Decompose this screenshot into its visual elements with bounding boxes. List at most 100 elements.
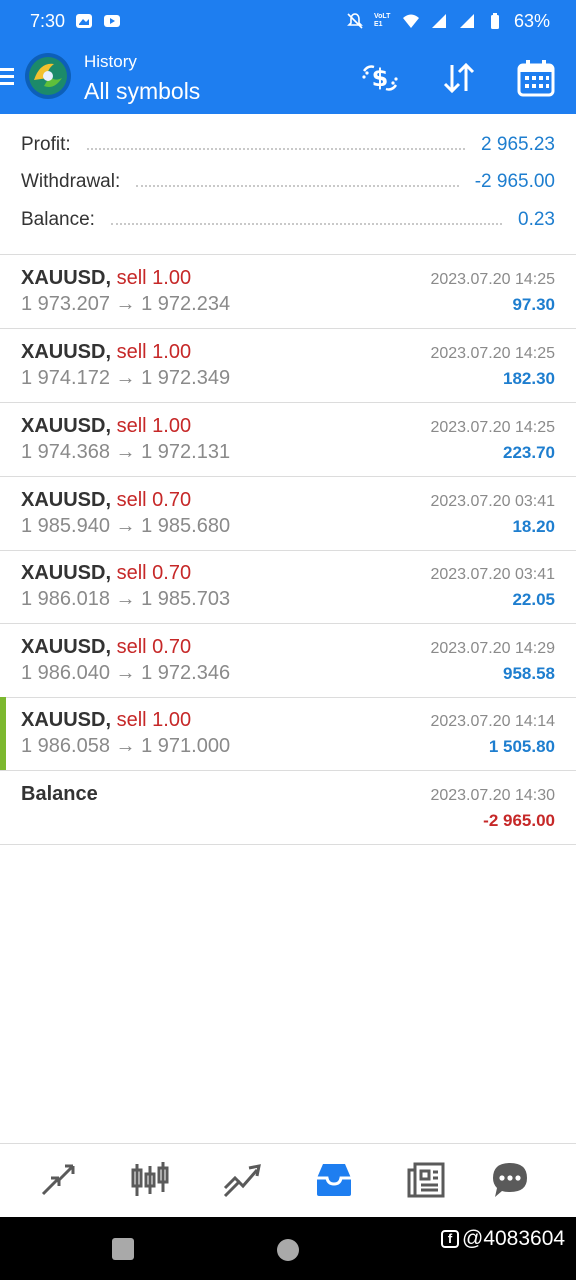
deal-symbol: XAUUSD, xyxy=(21,415,112,437)
tab-trade[interactable] xyxy=(218,1158,266,1202)
deal-symbol: XAUUSD, xyxy=(21,636,112,658)
header-subtitle: History xyxy=(84,52,137,71)
quotes-icon xyxy=(41,1164,75,1196)
deal-row[interactable]: XAUUSD, sell 0.70 1 986.040 → 1 972.346 … xyxy=(0,624,576,698)
deal-time: 2023.07.20 14:14 xyxy=(430,713,555,730)
withdrawal-value: -2 965.00 xyxy=(474,171,555,192)
history-summary: Profit: 2 965.23 Withdrawal: -2 965.00 B… xyxy=(0,114,576,255)
deal-profit: 182.30 xyxy=(503,369,555,388)
metatrader-logo-icon xyxy=(25,53,71,99)
bottom-tab-bar xyxy=(0,1143,576,1218)
deal-row-selected[interactable]: XAUUSD, sell 1.00 1 986.058 → 1 971.000 … xyxy=(0,697,576,771)
recents-button[interactable] xyxy=(112,1238,134,1260)
signal-icon-2 xyxy=(459,14,474,28)
deal-row[interactable]: XAUUSD, sell 1.00 1 974.172 → 1 972.349 … xyxy=(0,329,576,403)
mute-icon xyxy=(347,13,363,29)
balance-label: Balance: xyxy=(21,209,95,230)
system-navigation-bar: f @4083604 xyxy=(0,1217,576,1280)
facebook-icon: f xyxy=(441,1230,459,1248)
balance-entry-label: Balance xyxy=(21,783,98,805)
dotted-leader xyxy=(110,223,503,225)
profit-row: Profit: 2 965.23 xyxy=(21,127,555,163)
deal-prices: 1 974.172 → 1 972.349 xyxy=(21,367,231,389)
sort-icon xyxy=(443,62,475,94)
signal-icon xyxy=(431,14,446,28)
deal-profit: 958.58 xyxy=(503,664,555,683)
youtube-icon xyxy=(104,15,121,27)
withdrawal-label: Withdrawal: xyxy=(21,171,121,192)
deal-action: sell 1.00 xyxy=(116,341,192,363)
deal-row[interactable]: XAUUSD, sell 0.70 1 985.940 → 1 985.680 … xyxy=(0,477,576,551)
balance-row: Balance: 0.23 xyxy=(21,202,555,238)
deal-profit: 97.30 xyxy=(512,295,555,314)
tab-chat[interactable] xyxy=(486,1158,534,1202)
balance-entry-amount: -2 965.00 xyxy=(483,811,555,830)
deal-row[interactable]: XAUUSD, sell 1.00 1 974.368 → 1 972.131 … xyxy=(0,403,576,477)
deal-symbol: XAUUSD, xyxy=(21,267,112,289)
deal-profit: 22.05 xyxy=(512,590,555,609)
deal-profit: 18.20 xyxy=(512,517,555,536)
wifi-icon xyxy=(402,14,419,28)
dotted-leader xyxy=(136,185,459,187)
chat-icon xyxy=(493,1163,527,1197)
news-icon xyxy=(407,1162,445,1198)
deal-prices: 1 974.368 → 1 972.131 xyxy=(21,441,231,463)
deposit-icon: $ xyxy=(362,64,398,92)
tab-quotes[interactable] xyxy=(34,1158,82,1202)
calendar-icon xyxy=(517,60,555,97)
volte-icon: VoLTE1 xyxy=(373,13,391,28)
watermark-text: @4083604 xyxy=(462,1227,566,1250)
battery-percent: 63% xyxy=(513,10,550,31)
history-icon xyxy=(317,1164,351,1196)
deal-action: sell 1.00 xyxy=(116,267,192,289)
calendar-button[interactable] xyxy=(514,58,558,98)
deal-time: 2023.07.20 14:25 xyxy=(430,271,555,288)
balance-entry-row[interactable]: Balance 2023.07.20 14:30 -2 965.00 xyxy=(0,771,576,845)
withdrawal-row: Withdrawal: -2 965.00 xyxy=(21,164,555,200)
deal-time: 2023.07.20 14:25 xyxy=(430,345,555,362)
battery-icon xyxy=(490,13,499,29)
deal-prices: 1 973.207 → 1 972.234 xyxy=(21,293,231,315)
status-bar: 7:30 VoLTE1 63% xyxy=(0,0,576,42)
tab-history[interactable] xyxy=(310,1158,358,1202)
gallery-icon xyxy=(76,14,93,28)
deal-action: sell 0.70 xyxy=(116,489,192,511)
status-time: 7:30 xyxy=(30,10,66,31)
menu-icon[interactable] xyxy=(0,66,16,88)
home-button[interactable] xyxy=(277,1239,299,1261)
app-bar: History All symbols $ xyxy=(0,42,576,114)
deal-symbol: XAUUSD, xyxy=(21,489,112,511)
svg-text:$: $ xyxy=(372,64,389,92)
deal-prices: 1 985.940 → 1 985.680 xyxy=(21,515,231,537)
balance-entry-time: 2023.07.20 14:30 xyxy=(430,787,555,804)
deal-action: sell 1.00 xyxy=(116,709,192,731)
deal-profit: 1 505.80 xyxy=(488,737,555,756)
deal-prices: 1 986.058 → 1 971.000 xyxy=(21,735,231,757)
deal-time: 2023.07.20 03:41 xyxy=(430,493,555,510)
profit-label: Profit: xyxy=(21,134,71,155)
deal-symbol: XAUUSD, xyxy=(21,562,112,584)
tab-news[interactable] xyxy=(402,1158,450,1202)
deposit-button[interactable]: $ xyxy=(358,58,402,98)
deal-symbol: XAUUSD, xyxy=(21,709,112,731)
deal-action: sell 0.70 xyxy=(116,562,192,584)
deal-prices: 1 986.018 → 1 985.703 xyxy=(21,588,231,610)
deal-row[interactable]: XAUUSD, sell 1.00 1 973.207 → 1 972.234 … xyxy=(0,255,576,329)
deal-time: 2023.07.20 14:29 xyxy=(430,640,555,657)
balance-value: 0.23 xyxy=(518,209,555,230)
selected-marker xyxy=(0,697,6,770)
deal-profit: 223.70 xyxy=(503,443,555,462)
sort-button[interactable] xyxy=(437,58,481,98)
deal-row[interactable]: XAUUSD, sell 0.70 1 986.018 → 1 985.703 … xyxy=(0,550,576,624)
header-title[interactable]: All symbols xyxy=(84,78,200,105)
trade-icon xyxy=(223,1164,261,1198)
deal-prices: 1 986.040 → 1 972.346 xyxy=(21,662,231,684)
deal-action: sell 0.70 xyxy=(116,636,192,658)
deal-symbol: XAUUSD, xyxy=(21,341,112,363)
deal-action: sell 1.00 xyxy=(116,415,192,437)
tab-chart[interactable] xyxy=(126,1158,174,1202)
watermark: f @4083604 xyxy=(441,1227,565,1251)
deal-time: 2023.07.20 03:41 xyxy=(430,566,555,583)
chart-icon xyxy=(131,1162,169,1196)
deal-time: 2023.07.20 14:25 xyxy=(430,419,555,436)
